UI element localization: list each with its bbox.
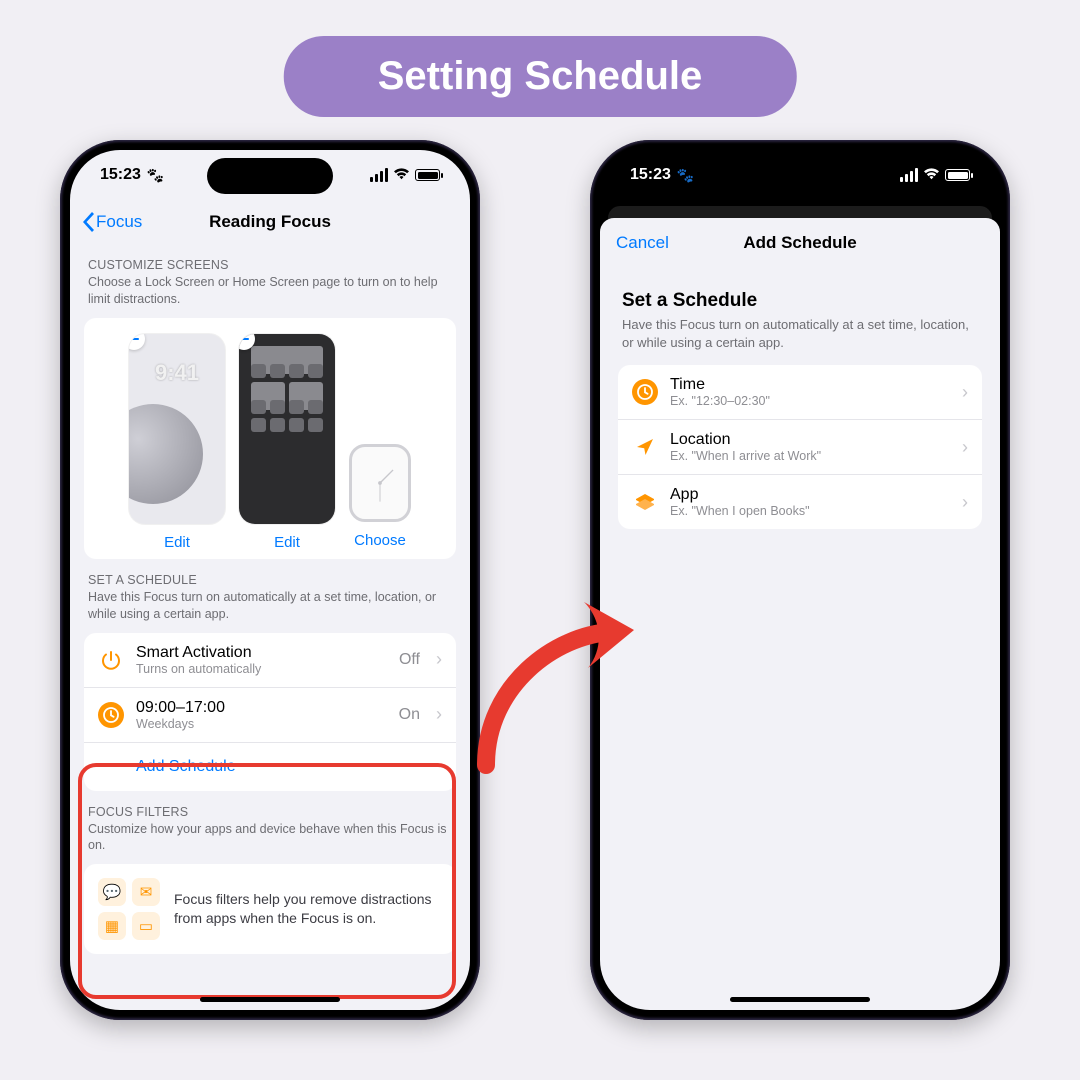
chevron-right-icon: › — [436, 649, 442, 670]
lock-screen-thumb[interactable]: 9:41 — [129, 334, 225, 524]
chevron-right-icon: › — [962, 492, 968, 513]
customize-screens-label: CUSTOMIZE SCREENS — [84, 244, 456, 272]
home-indicator — [730, 997, 870, 1002]
filters-card[interactable]: 💬 ✉︎ ▦ ▭ Focus filters help you remove d… — [84, 864, 456, 954]
watch-thumb[interactable] — [349, 444, 411, 522]
edit-home-screen[interactable]: Edit — [239, 534, 335, 551]
row-sub: Ex. "When I open Books" — [670, 504, 946, 518]
calendar-icon: ▦ — [98, 912, 126, 940]
cellular-icon — [370, 168, 388, 182]
paw-icon: 🐾 — [677, 167, 694, 184]
option-app[interactable]: App Ex. "When I open Books" › — [618, 474, 982, 529]
sheet-desc: Have this Focus turn on automatically at… — [618, 314, 982, 365]
chevron-right-icon: › — [962, 382, 968, 403]
customize-screens-card: 9:41 Edit — [84, 318, 456, 559]
row-title: Smart Activation — [136, 644, 387, 662]
edit-lock-screen[interactable]: Edit — [129, 534, 225, 551]
status-time: 15:23 — [630, 166, 671, 184]
row-title: 09:00–17:00 — [136, 699, 387, 717]
cellular-icon — [900, 168, 918, 182]
battery-icon — [415, 169, 440, 181]
clock-icon — [632, 379, 658, 405]
chevron-right-icon: › — [436, 704, 442, 725]
status-time: 15:23 — [100, 166, 141, 184]
row-sub: Ex. "12:30–02:30" — [670, 394, 946, 408]
home-indicator — [200, 997, 340, 1002]
sheet-heading: Set a Schedule — [618, 276, 982, 314]
add-schedule-row[interactable]: Add Schedule — [84, 742, 456, 791]
notch — [207, 158, 333, 194]
mail-icon: ✉︎ — [132, 878, 160, 906]
row-title: Location — [670, 431, 946, 449]
customize-screens-desc: Choose a Lock Screen or Home Screen page… — [84, 272, 456, 318]
choose-watch[interactable]: Choose — [349, 532, 411, 549]
power-icon — [98, 647, 124, 673]
notch — [737, 158, 863, 194]
schedule-label: SET A SCHEDULE — [84, 559, 456, 587]
battery-icon — [945, 169, 970, 181]
location-icon — [632, 434, 658, 460]
row-sub: Ex. "When I arrive at Work" — [670, 449, 946, 463]
home-screen-thumb[interactable] — [239, 334, 335, 524]
row-title: App — [670, 486, 946, 504]
option-location[interactable]: Location Ex. "When I arrive at Work" › — [618, 419, 982, 474]
message-icon: 💬 — [98, 878, 126, 906]
phone-right: 15:23 🐾 Cancel Add Schedule Set a Schedu… — [590, 140, 1010, 1020]
schedule-options-card: Time Ex. "12:30–02:30" › Location Ex. "W… — [618, 365, 982, 529]
row-value: Off — [399, 651, 420, 669]
paw-icon: 🐾 — [147, 167, 164, 184]
battery-icon: ▭ — [132, 912, 160, 940]
sheet-nav: Cancel Add Schedule — [600, 218, 1000, 268]
schedule-card: Smart Activation Turns on automatically … — [84, 633, 456, 791]
row-sub: Turns on automatically — [136, 662, 387, 676]
lock-screen-time: 9:41 — [129, 360, 225, 386]
modal-sheet: Cancel Add Schedule Set a Schedule Have … — [600, 218, 1000, 1010]
row-sub: Weekdays — [136, 717, 387, 731]
filters-icons: 💬 ✉︎ ▦ ▭ — [98, 878, 160, 940]
row-title: Time — [670, 376, 946, 394]
smart-activation-row[interactable]: Smart Activation Turns on automatically … — [84, 633, 456, 687]
back-button[interactable]: Focus — [82, 212, 458, 232]
wifi-icon — [923, 167, 940, 184]
row-value: On — [399, 706, 420, 724]
page-banner: Setting Schedule — [284, 36, 797, 117]
time-schedule-row[interactable]: 09:00–17:00 Weekdays On › — [84, 687, 456, 742]
option-time[interactable]: Time Ex. "12:30–02:30" › — [618, 365, 982, 419]
filters-label: FOCUS FILTERS — [84, 791, 456, 819]
add-schedule-label: Add Schedule — [136, 758, 442, 776]
clock-icon — [98, 702, 124, 728]
phone-left: 15:23 🐾 Focus Reading Focus CUSTOMIZE SC… — [60, 140, 480, 1020]
remove-icon[interactable] — [129, 334, 145, 350]
schedule-desc: Have this Focus turn on automatically at… — [84, 587, 456, 633]
filters-text: Focus filters help you remove distractio… — [174, 890, 442, 928]
cancel-button[interactable]: Cancel — [616, 233, 984, 253]
back-label: Focus — [96, 212, 142, 232]
app-icon — [632, 489, 658, 515]
wifi-icon — [393, 167, 410, 184]
chevron-right-icon: › — [962, 437, 968, 458]
filters-desc: Customize how your apps and device behav… — [84, 819, 456, 865]
nav-bar: Focus Reading Focus — [70, 200, 470, 244]
